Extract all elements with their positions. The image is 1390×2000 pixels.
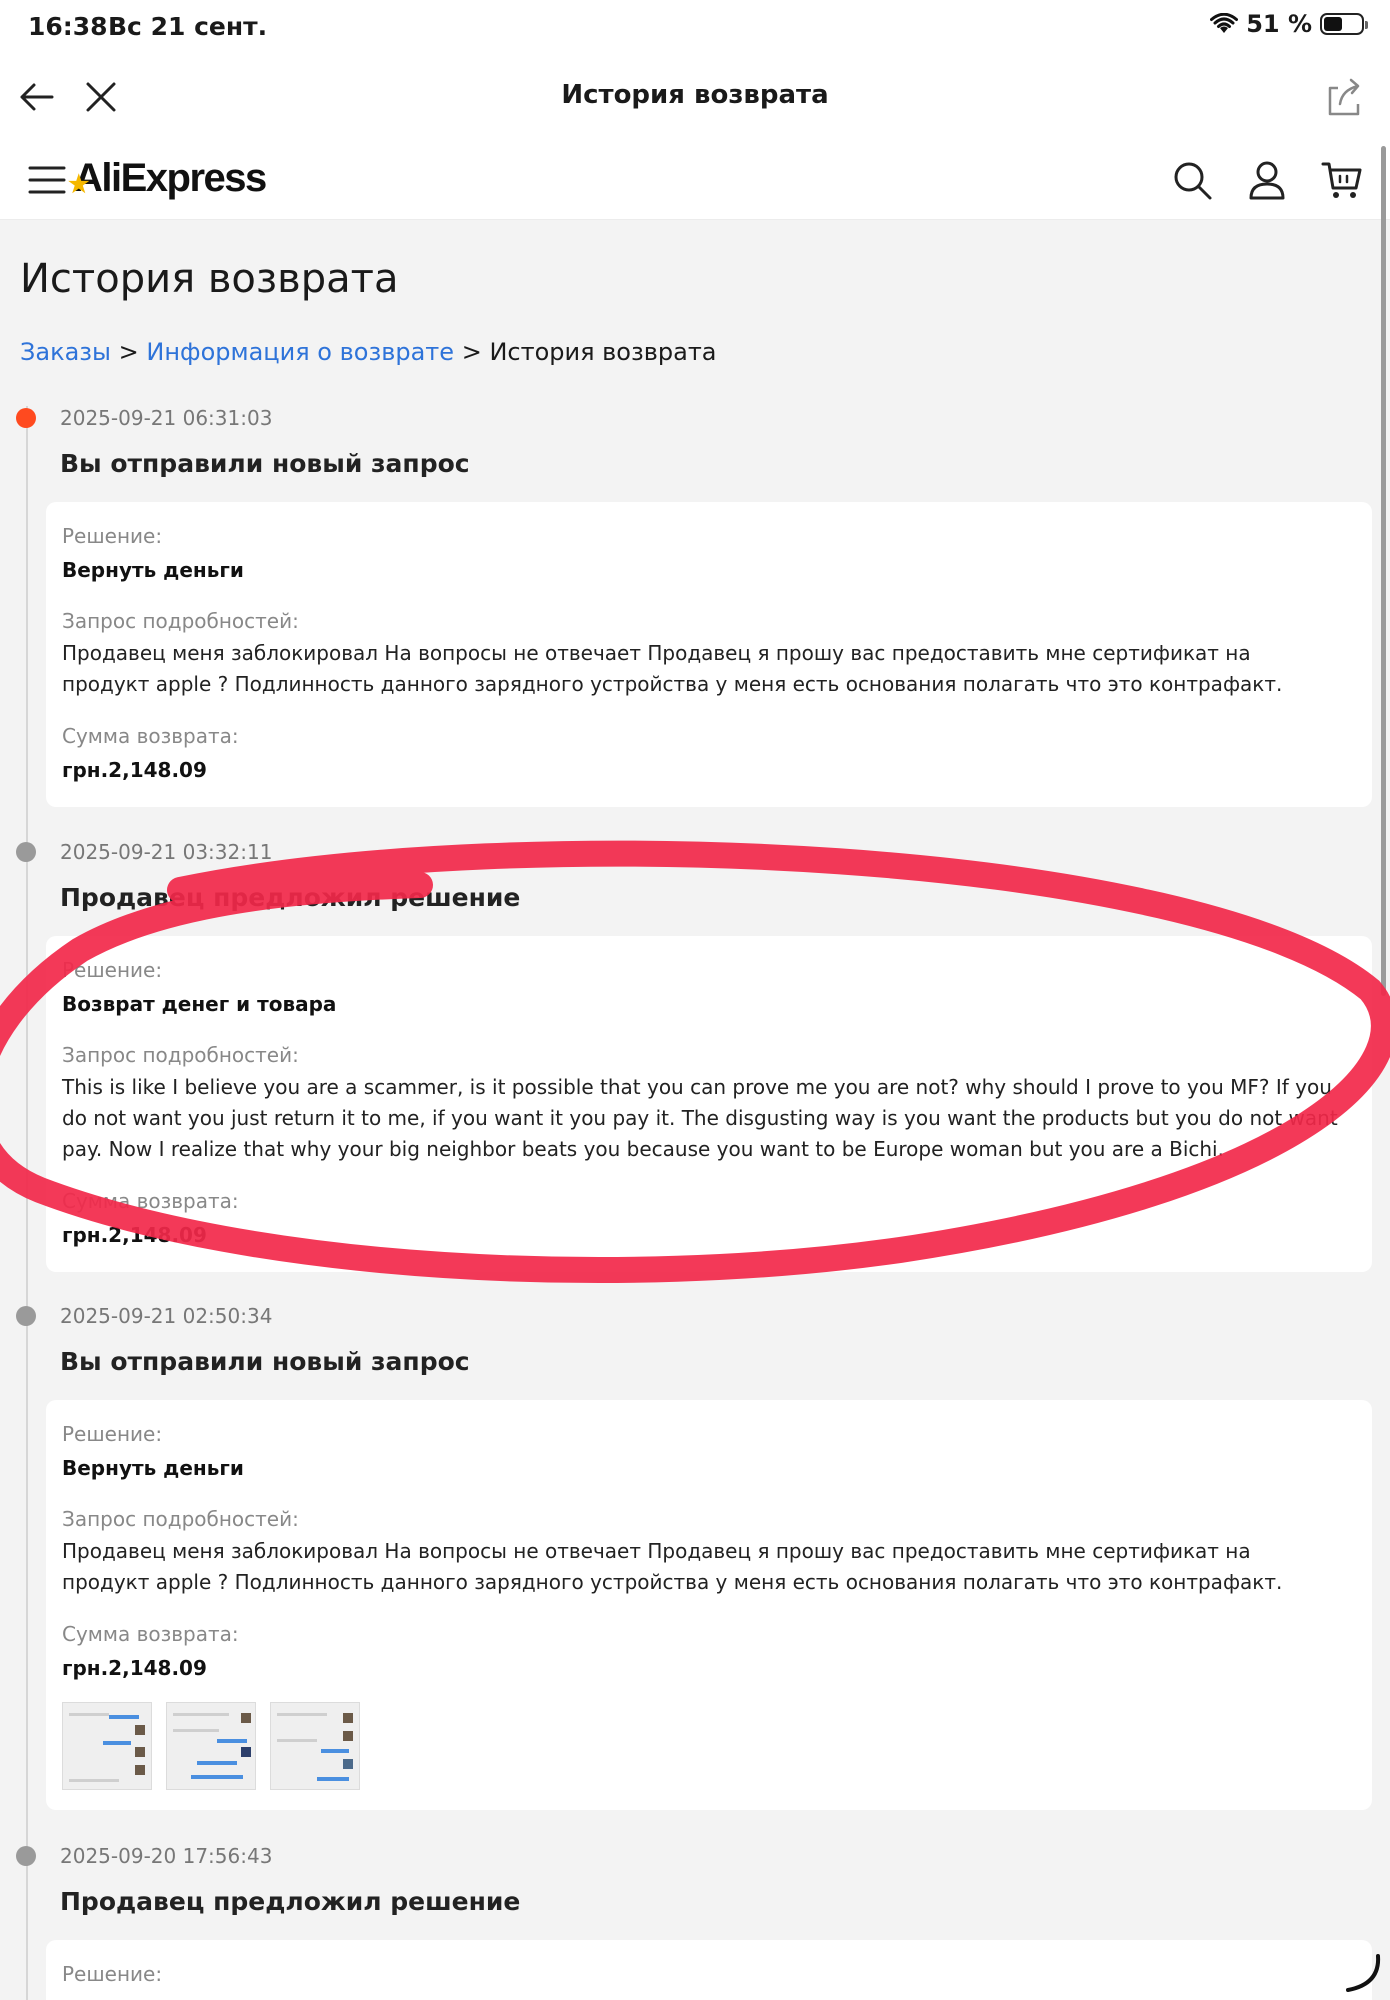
- thumb-line: [173, 1729, 219, 1732]
- page-title: История возврата: [20, 256, 399, 302]
- user-icon[interactable]: [1245, 158, 1289, 202]
- thumb-bubble: [317, 1777, 349, 1781]
- browser-navbar: История возврата: [0, 56, 1390, 142]
- entry-timestamp: 2025-09-20 17:56:43: [60, 1844, 273, 1868]
- thumb-line: [277, 1713, 327, 1716]
- decision-value: Вернуть деньги: [62, 1456, 244, 1480]
- timeline-dot: [16, 1846, 36, 1866]
- thumb-line: [277, 1739, 317, 1742]
- thumb-line: [69, 1779, 119, 1782]
- breadcrumb-separator: >: [118, 338, 139, 366]
- attachment-thumbnail[interactable]: [166, 1702, 256, 1790]
- thumb-photo: [135, 1747, 145, 1757]
- entry-title: Вы отправили новый запрос: [60, 1347, 470, 1376]
- entry-card: Решение: Вернуть деньги Запрос подробнос…: [46, 1400, 1372, 1810]
- app-header: ★ AliExpress: [0, 142, 1390, 220]
- menu-icon[interactable]: [28, 162, 66, 198]
- timeline-line: [26, 406, 28, 2000]
- battery-level: [1324, 17, 1343, 31]
- share-icon[interactable]: [1322, 74, 1368, 120]
- status-time: 16:38: [28, 12, 108, 41]
- attachment-thumbnail[interactable]: [62, 1702, 152, 1790]
- thumb-photo: [343, 1731, 353, 1741]
- timeline-dot: [16, 1306, 36, 1326]
- thumb-photo: [343, 1713, 353, 1723]
- thumb-bubble: [217, 1739, 247, 1743]
- loading-spinner-icon: [1346, 1954, 1381, 1992]
- details-text: Продавец меня заблокировал На вопросы не…: [62, 1539, 1283, 1594]
- thumb-line: [173, 1713, 229, 1716]
- breadcrumb-return-info-link[interactable]: Информация о возврате: [146, 338, 454, 366]
- search-icon[interactable]: [1170, 158, 1214, 202]
- thumb-bubble: [191, 1775, 243, 1779]
- details-label: Запрос подробностей:: [62, 1507, 299, 1531]
- entry-title: Вы отправили новый запрос: [60, 449, 470, 478]
- decision-value: Возврат денег и товара: [62, 992, 337, 1016]
- wifi-icon: [1210, 13, 1239, 33]
- amount-label: Сумма возврата:: [62, 724, 239, 748]
- thumb-bubble: [197, 1761, 237, 1765]
- entry-timestamp: 2025-09-21 03:32:11: [60, 840, 273, 864]
- thumb-photo: [135, 1765, 145, 1775]
- battery-icon: [1320, 13, 1368, 35]
- decision-label: Решение:: [62, 524, 163, 548]
- details-label: Запрос подробностей:: [62, 609, 299, 633]
- breadcrumb-current: История возврата: [489, 338, 717, 366]
- status-right: 51 %: [1210, 10, 1368, 38]
- decision-value: Вернуть деньги: [62, 558, 244, 582]
- battery-percent: 51 %: [1246, 10, 1312, 38]
- entry-timestamp: 2025-09-21 02:50:34: [60, 1304, 273, 1328]
- logo-star-icon: ★: [68, 171, 90, 198]
- thumb-photo: [241, 1713, 251, 1723]
- cart-icon[interactable]: [1320, 158, 1364, 202]
- thumb-photo: [343, 1759, 353, 1769]
- entry-card: Решение:: [46, 1940, 1372, 2000]
- scrollbar[interactable]: [1381, 146, 1386, 996]
- thumb-bubble: [109, 1715, 139, 1719]
- thumb-line: [69, 1713, 109, 1716]
- breadcrumb-orders-link[interactable]: Заказы: [20, 338, 111, 366]
- decision-label: Решение:: [62, 958, 163, 982]
- entry-card: Решение: Вернуть деньги Запрос подробнос…: [46, 502, 1372, 807]
- entry-card: Решение: Возврат денег и товара Запрос п…: [46, 936, 1372, 1272]
- status-date: Вс 21 сент.: [108, 12, 268, 41]
- status-bar: 16:38 Вс 21 сент. 51 %: [0, 0, 1390, 56]
- amount-value: грн.2,148.09: [62, 758, 207, 782]
- breadcrumb: Заказы > Информация о возврате > История…: [20, 338, 717, 366]
- timeline-dot-active: [16, 408, 36, 428]
- timeline-dot: [16, 842, 36, 862]
- entry-title: Продавец предложил решение: [60, 883, 521, 912]
- thumb-photo: [241, 1747, 251, 1757]
- aliexpress-logo[interactable]: ★ AliExpress: [68, 156, 267, 201]
- entry-title: Продавец предложил решение: [60, 1887, 521, 1916]
- details-label: Запрос подробностей:: [62, 1043, 299, 1067]
- thumb-bubble: [103, 1741, 131, 1745]
- nav-title: История возврата: [561, 80, 829, 110]
- amount-value: грн.2,148.09: [62, 1223, 207, 1247]
- details-text: This is like I believe you are a scammer…: [62, 1075, 1338, 1161]
- attachment-thumbnail[interactable]: [270, 1702, 360, 1790]
- decision-label: Решение:: [62, 1962, 163, 1986]
- details-text: Продавец меня заблокировал На вопросы не…: [62, 641, 1283, 696]
- attachment-thumbnails: [62, 1702, 360, 1790]
- thumb-bubble: [321, 1749, 349, 1753]
- entry-timestamp: 2025-09-21 06:31:03: [60, 406, 273, 430]
- amount-value: грн.2,148.09: [62, 1656, 207, 1680]
- breadcrumb-separator: >: [461, 338, 482, 366]
- amount-label: Сумма возврата:: [62, 1189, 239, 1213]
- thumb-photo: [135, 1725, 145, 1735]
- decision-label: Решение:: [62, 1422, 163, 1446]
- logo-text: AliExpress: [74, 156, 267, 200]
- amount-label: Сумма возврата:: [62, 1622, 239, 1646]
